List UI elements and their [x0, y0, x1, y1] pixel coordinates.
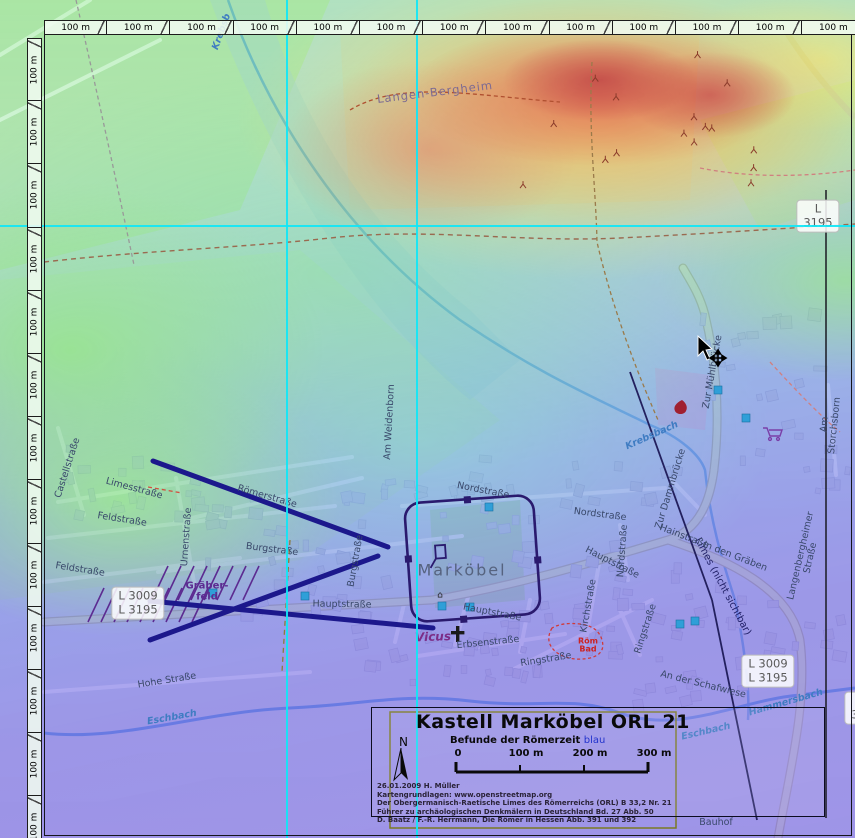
map-canvas[interactable]: Langen-BergheimMarköbelVicusRöm BadGräbe…	[0, 0, 855, 838]
ruler-segment: 100 m	[27, 228, 42, 291]
scale-bar	[452, 760, 752, 776]
road-ref-label: L 3195	[796, 200, 839, 233]
ruler-segment: 100 m	[170, 20, 233, 35]
ruler-segment: 100 m	[27, 480, 42, 543]
legend-subtitle: Befunde der Römerzeit blau	[450, 735, 605, 746]
road-ref-label: L 3009 L 3195	[111, 587, 164, 620]
ruler-segment: 100 m	[27, 291, 42, 354]
ruler-segment: 100 m	[27, 354, 42, 417]
find-markers	[209, 386, 750, 628]
ruler-segment: 100 m	[360, 20, 423, 35]
legend-title: Kastell Marköbel ORL 21	[416, 711, 690, 733]
legend-credits: 26.01.2009 H. MüllerKartengrundlagen: ww…	[377, 782, 672, 825]
ruler-segment: 100 m	[676, 20, 739, 35]
scale-bar-labels: 0100 m200 m300 m	[372, 748, 824, 760]
ruler-left: 100 m100 m100 m100 m100 m100 m100 m100 m…	[27, 38, 42, 838]
ruler-segment: 100 m	[27, 164, 42, 227]
road-ref-label: L 3195	[844, 692, 855, 725]
ruler-segment: 100 m	[550, 20, 613, 35]
ruler-segment: 100 m	[44, 20, 107, 35]
ruler-segment: 100 m	[297, 20, 360, 35]
ruler-segment: 100 m	[486, 20, 549, 35]
ruler-segment: 100 m	[27, 670, 42, 733]
ruler-segment: 100 m	[27, 38, 42, 101]
road-ref-label: L 3009 L 3195	[741, 655, 794, 688]
church-icon	[451, 626, 464, 642]
ruler-segment: 100 m	[27, 544, 42, 607]
ruler-top: 100 m100 m100 m100 m100 m100 m100 m100 m…	[44, 20, 855, 35]
ruler-segment: 100 m	[27, 101, 42, 164]
ruler-segment: 100 m	[739, 20, 802, 35]
ruler-segment: 100 m	[27, 417, 42, 480]
fire-station-icon	[674, 400, 686, 414]
shopping-cart-icon	[763, 428, 782, 440]
ruler-segment: 100 m	[27, 733, 42, 796]
ruler-segment: 100 m	[27, 796, 42, 838]
limes-reconstruction-lines	[150, 461, 433, 640]
ruler-segment: 100 m	[802, 20, 855, 35]
ruler-segment: 100 m	[107, 20, 170, 35]
ruler-segment: 100 m	[423, 20, 486, 35]
legend-panel: Kastell Marköbel ORL 21 N Befunde der Rö…	[371, 707, 825, 817]
ruler-segment: 100 m	[234, 20, 297, 35]
ruler-segment: 100 m	[613, 20, 676, 35]
ruler-segment: 100 m	[27, 607, 42, 670]
